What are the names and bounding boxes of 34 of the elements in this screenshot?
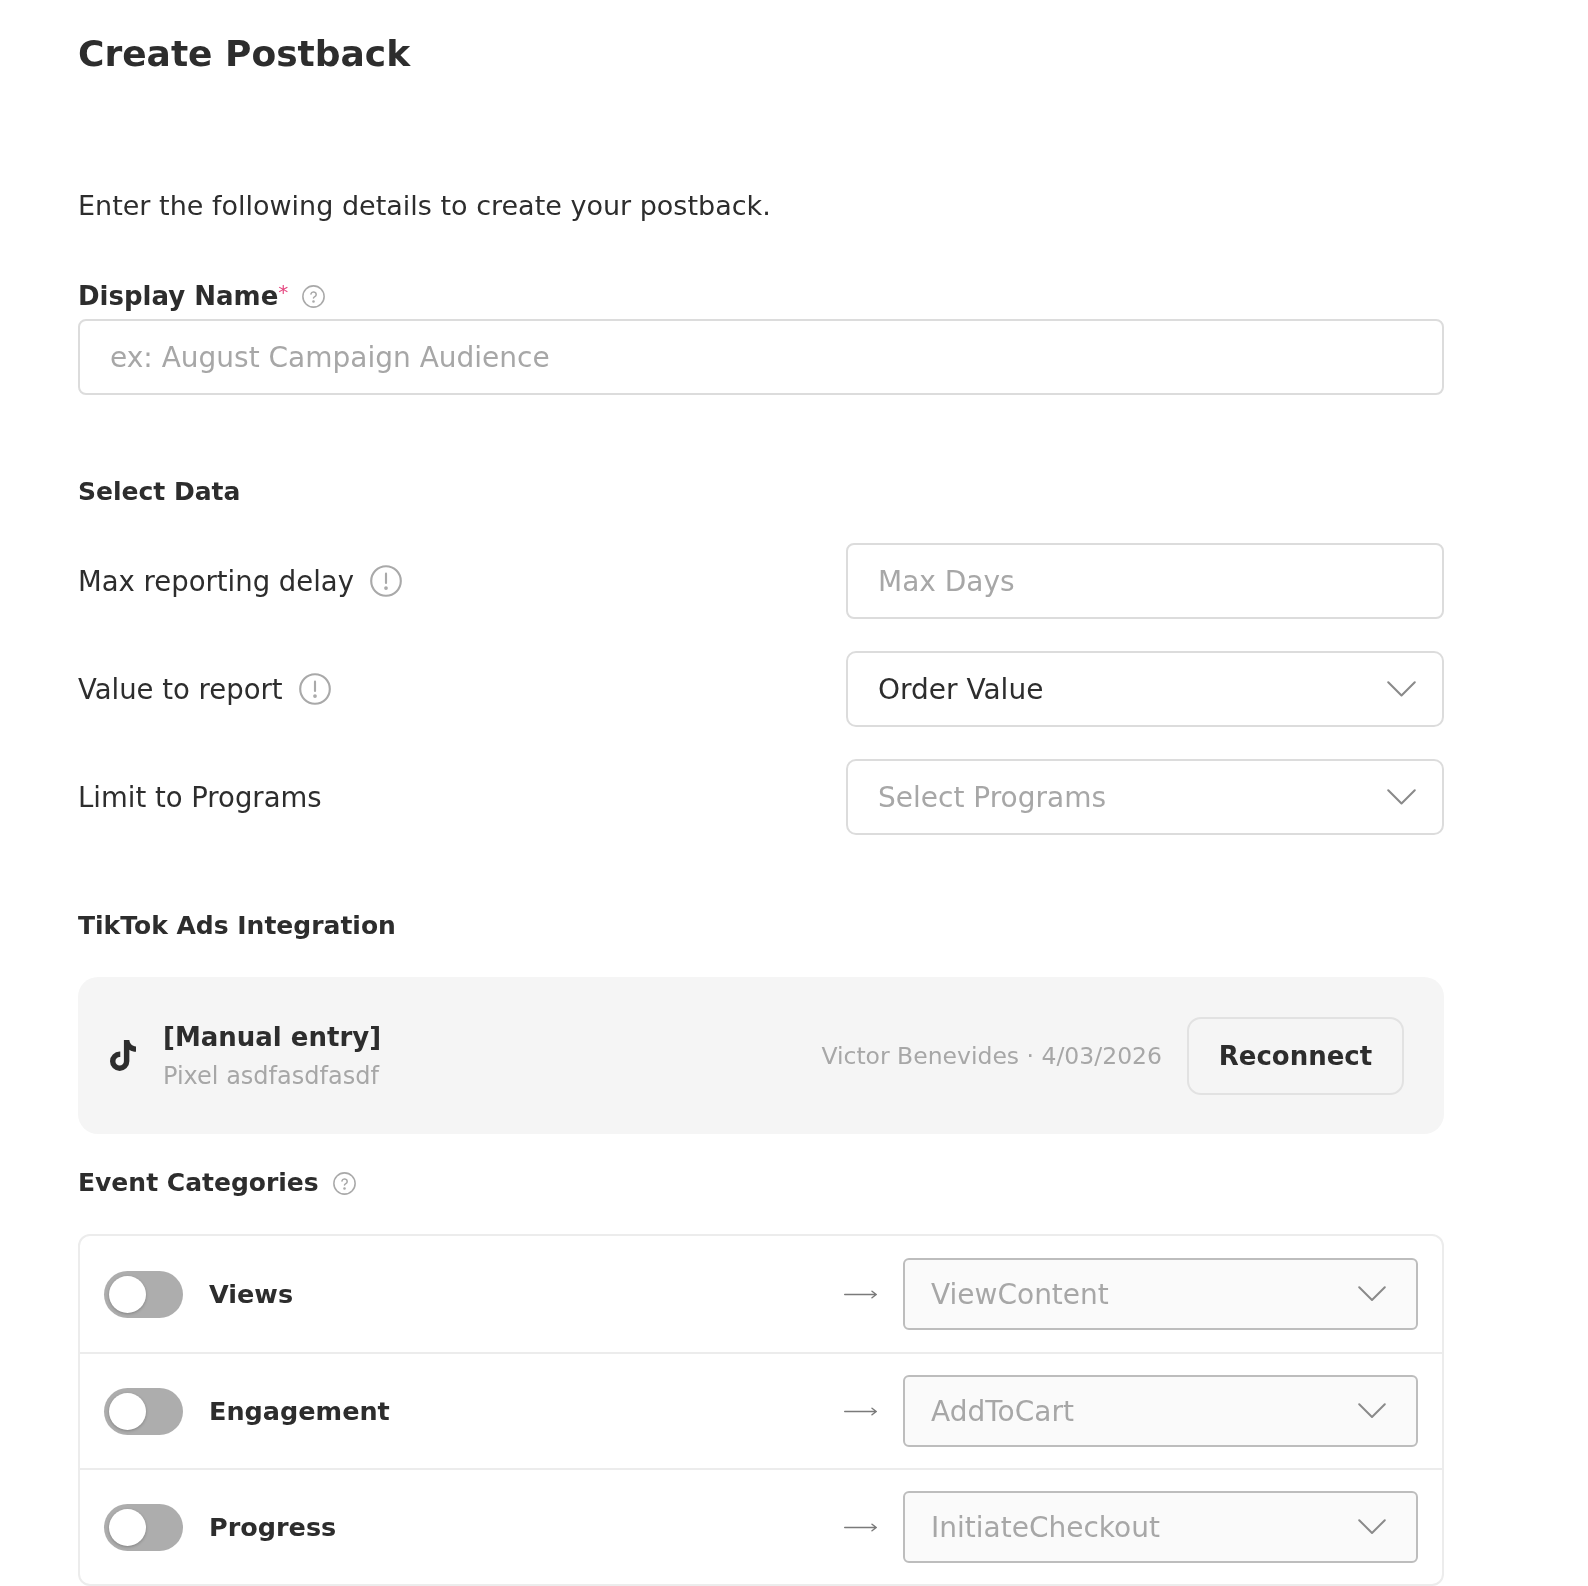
help-icon[interactable]	[302, 284, 326, 308]
connected-by-text: Victor Benevides · 4/03/2026	[821, 1040, 1162, 1071]
chevron-down-icon	[1387, 681, 1416, 698]
text-input[interactable]: ex: August Campaign Audience	[78, 319, 1444, 396]
info-icon[interactable]	[370, 565, 402, 598]
section-heading: TikTok Ads Integration	[78, 910, 396, 943]
right-arrow-icon	[844, 1406, 877, 1416]
field-label: Value to report	[78, 672, 283, 707]
right-arrow-icon	[844, 1522, 877, 1532]
chevron-down-icon	[1358, 1403, 1386, 1419]
category-label: Views	[209, 1278, 294, 1311]
category-label: Progress	[209, 1511, 337, 1544]
info-icon[interactable]	[298, 673, 331, 706]
music-note-icon	[110, 1040, 136, 1072]
reconnect-button[interactable]: Reconnect	[1187, 1016, 1404, 1095]
dropdown-field[interactable]: Order Value	[846, 651, 1444, 728]
section-heading: Select Data	[78, 476, 241, 509]
category-label: Engagement	[209, 1395, 390, 1428]
help-icon[interactable]	[332, 1171, 356, 1195]
required-mark: *	[278, 282, 289, 302]
pixel-id: Pixel asdfasdfasdf	[163, 1060, 379, 1091]
chevron-down-icon	[1358, 1286, 1386, 1302]
field-label: Limit to Programs	[78, 780, 322, 815]
intro-text: Enter the following details to create your postback.	[78, 189, 771, 223]
chevron-down-icon	[1387, 789, 1416, 806]
chevron-down-icon	[1358, 1519, 1386, 1535]
input-field[interactable]: Max Days	[846, 543, 1444, 620]
dropdown-field[interactable]: Select Programs	[846, 759, 1444, 836]
field-label: Max reporting delay	[78, 564, 354, 599]
right-arrow-icon	[844, 1289, 877, 1299]
page-title: Create Postback	[78, 32, 411, 76]
integration-name: [Manual entry]	[163, 1020, 382, 1053]
section-heading: Event Categories	[78, 1167, 319, 1199]
field-label: Display Name	[78, 280, 279, 312]
